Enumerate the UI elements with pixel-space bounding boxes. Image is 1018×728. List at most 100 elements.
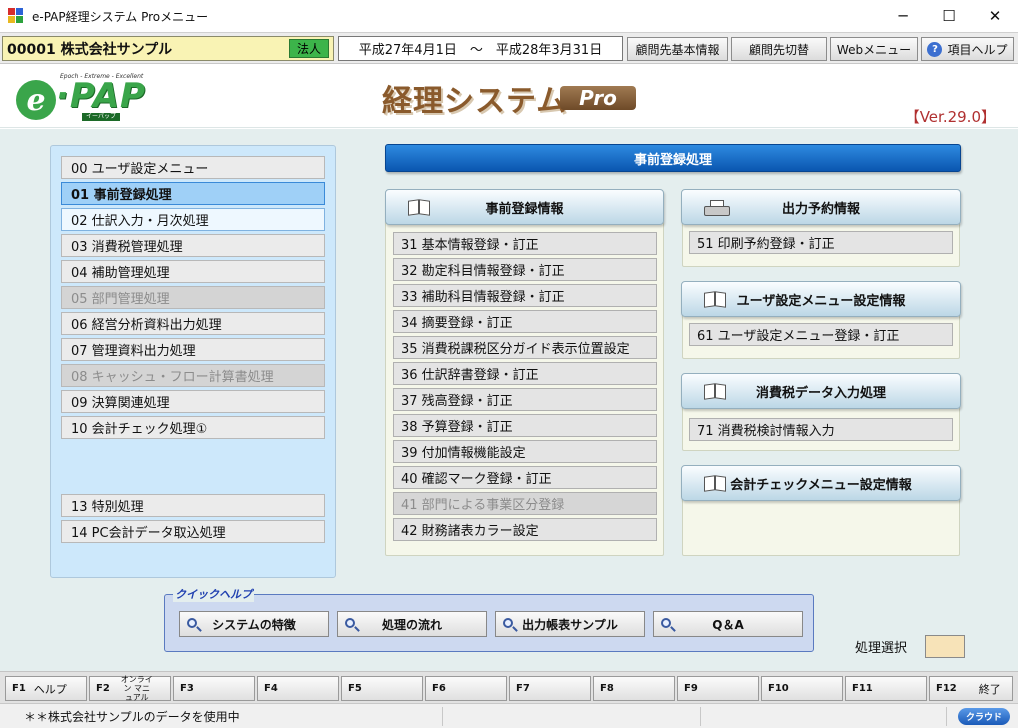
epap-logo: Epoch - Extreme - Excellent e ·PAP イーパップ [16, 70, 156, 122]
menu-item-03[interactable]: 03 消費税管理処理 [61, 234, 325, 257]
f12-exit-button[interactable]: F12 終了 [929, 676, 1013, 701]
user-menu-title: ユーザ設定メニュー設定情報 [736, 293, 906, 309]
help-icon: ? [927, 41, 943, 57]
item-help-label: 項目ヘルプ [947, 42, 1008, 57]
output-sample-button[interactable]: 出力帳表サンプル [495, 611, 645, 637]
item-71[interactable]: 71 消費税検討情報入力 [689, 418, 953, 441]
quick-help-title: クイックヘルプ [173, 586, 254, 602]
logo-band: Epoch - Extreme - Excellent e ·PAP イーパップ… [0, 64, 1018, 128]
title-bar: e-PAP経理システム Proメニュー ─ ☐ ✕ [0, 0, 1018, 32]
close-button[interactable]: ✕ [972, 0, 1018, 32]
fkey-label: 終了 [978, 682, 1001, 696]
magnifier-icon [660, 617, 676, 633]
item-35[interactable]: 35 消費税課税区分ガイド表示位置設定 [393, 336, 657, 359]
magnifier-icon [186, 617, 202, 633]
qa-label: Q＆A [712, 617, 744, 632]
item-31[interactable]: 31 基本情報登録・訂正 [393, 232, 657, 255]
f8-button[interactable]: F8 [593, 676, 675, 701]
company-name: 00001 株式会社サンプル [7, 41, 173, 58]
company-display: 00001 株式会社サンプル 法人 [2, 36, 334, 61]
content-area: 00 ユーザ設定メニュー 01 事前登録処理 02 仕訳入力・月次処理 03 消… [0, 129, 1018, 671]
user-menu-header: ユーザ設定メニュー設定情報 [681, 281, 961, 317]
function-key-bar: F1 ヘルプ F2 オンライン マニュアル F3 F4 F5 F6 F7 F8 F9… [0, 671, 1018, 703]
print-reservation-title: 出力予約情報 [781, 201, 860, 217]
f6-button[interactable]: F6 [425, 676, 507, 701]
f10-button[interactable]: F10 [761, 676, 843, 701]
f3-button[interactable]: F3 [173, 676, 255, 701]
item-32[interactable]: 32 勘定科目情報登録・訂正 [393, 258, 657, 281]
menu-item-04[interactable]: 04 補助管理処理 [61, 260, 325, 283]
fkey-code: F3 [180, 683, 194, 694]
fkey-label: ヘルプ [33, 682, 67, 696]
system-features-label: システムの特徴 [212, 617, 296, 632]
fkey-code: F11 [852, 683, 873, 694]
minimize-button[interactable]: ─ [880, 0, 926, 32]
client-switch-button[interactable]: 顧問先切替 [731, 37, 827, 61]
item-40[interactable]: 40 確認マーク登録・訂正 [393, 466, 657, 489]
qa-button[interactable]: Q＆A [653, 611, 803, 637]
maximize-button[interactable]: ☐ [926, 0, 972, 32]
status-divider [442, 707, 443, 726]
quick-help-panel: クイックヘルプ システムの特徴 処理の流れ 出力帳表サンプル Q＆A [164, 586, 814, 652]
f2-manual-button[interactable]: F2 オンライン マニュアル [89, 675, 171, 702]
menu-item-00[interactable]: 00 ユーザ設定メニュー [61, 156, 325, 179]
f1-help-button[interactable]: F1 ヘルプ [5, 676, 87, 701]
item-36[interactable]: 36 仕訳辞書登録・訂正 [393, 362, 657, 385]
menu-item-13[interactable]: 13 特別処理 [61, 494, 325, 517]
status-divider [700, 707, 701, 726]
item-37[interactable]: 37 残高登録・訂正 [393, 388, 657, 411]
fiscal-period: 平成27年4月1日 ～ 平成28年3月31日 [338, 36, 623, 61]
status-bar: ＊＊株式会社サンプルのデータを使用中 クラウド [0, 703, 1018, 728]
item-33[interactable]: 33 補助科目情報登録・訂正 [393, 284, 657, 307]
fkey-code: F10 [768, 683, 789, 694]
selection-label: 処理選択 [855, 641, 908, 656]
f11-button[interactable]: F11 [845, 676, 927, 701]
f5-button[interactable]: F5 [341, 676, 423, 701]
logo-e-mark: e [16, 80, 56, 120]
f4-button[interactable]: F4 [257, 676, 339, 701]
menu-item-06[interactable]: 06 経営分析資料出力処理 [61, 312, 325, 335]
client-info-button[interactable]: 顧問先基本情報 [627, 37, 728, 61]
menu-item-14[interactable]: 14 PC会計データ取込処理 [61, 520, 325, 543]
process-flow-label: 処理の流れ [381, 617, 442, 632]
logo-pap-text: ·PAP [56, 76, 146, 116]
selection-input[interactable] [925, 635, 965, 658]
item-61[interactable]: 61 ユーザ設定メニュー登録・訂正 [689, 323, 953, 346]
left-menu-panel: 00 ユーザ設定メニュー 01 事前登録処理 02 仕訳入力・月次処理 03 消… [50, 145, 336, 578]
output-sample-label: 出力帳表サンプル [522, 617, 618, 632]
fkey-label: オンライン マニュアル [120, 675, 153, 702]
brand-pro-badge: Pro [560, 86, 636, 110]
tax-input-header: 消費税データ入力処理 [681, 373, 961, 409]
app-icon [8, 8, 24, 24]
logo-sub-text: イーパップ [82, 113, 120, 121]
f9-button[interactable]: F9 [677, 676, 759, 701]
item-42[interactable]: 42 財務諸表カラー設定 [393, 518, 657, 541]
fkey-code: F6 [432, 683, 446, 694]
menu-item-01[interactable]: 01 事前登録処理 [61, 182, 325, 205]
menu-item-09[interactable]: 09 決算関連処理 [61, 390, 325, 413]
info-bar: 00001 株式会社サンプル 法人 平成27年4月1日 ～ 平成28年3月31日… [0, 32, 1018, 64]
magnifier-icon [502, 617, 518, 633]
menu-item-02[interactable]: 02 仕訳入力・月次処理 [61, 208, 325, 231]
fkey-code: F1 [12, 683, 26, 694]
menu-item-07[interactable]: 07 管理資料出力処理 [61, 338, 325, 361]
system-features-button[interactable]: システムの特徴 [179, 611, 329, 637]
brand-title: 経理システム [382, 84, 568, 119]
window-controls: ─ ☐ ✕ [880, 0, 1018, 32]
item-34[interactable]: 34 摘要登録・訂正 [393, 310, 657, 333]
item-41: 41 部門による事業区分登録 [393, 492, 657, 515]
item-help-button[interactable]: ? 項目ヘルプ [921, 37, 1014, 61]
corp-type-badge: 法人 [289, 39, 329, 58]
item-51[interactable]: 51 印刷予約登録・訂正 [689, 231, 953, 254]
print-reservation-header: 出力予約情報 [681, 189, 961, 225]
check-menu-header: 会計チェックメニュー設定情報 [681, 465, 961, 501]
process-flow-button[interactable]: 処理の流れ [337, 611, 487, 637]
fkey-code: F7 [516, 683, 530, 694]
menu-item-10[interactable]: 10 会計チェック処理① [61, 416, 325, 439]
item-38[interactable]: 38 予算登録・訂正 [393, 414, 657, 437]
advance-registration-header: 事前登録情報 [385, 189, 664, 225]
web-menu-button[interactable]: Webメニュー [830, 37, 918, 61]
item-39[interactable]: 39 付加情報機能設定 [393, 440, 657, 463]
status-text: ＊＊株式会社サンプルのデータを使用中 [24, 709, 240, 724]
f7-button[interactable]: F7 [509, 676, 591, 701]
